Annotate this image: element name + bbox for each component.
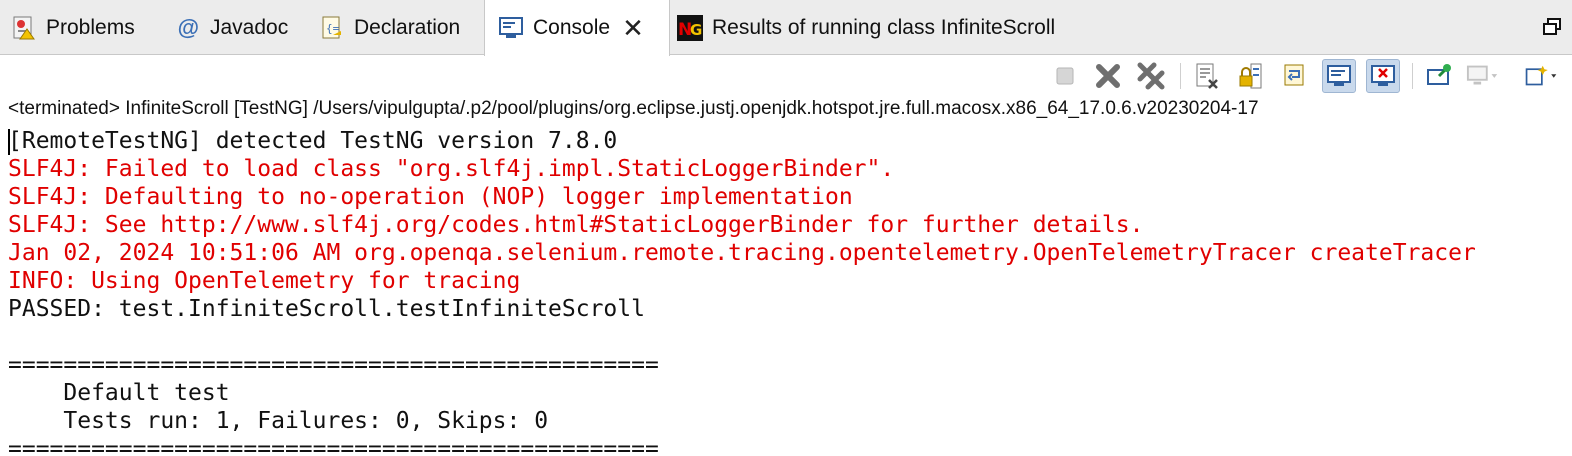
console-icon — [497, 14, 525, 42]
maximize-icon[interactable] — [1542, 16, 1564, 38]
console-line: ========================================… — [8, 352, 659, 378]
terminate-button[interactable] — [1048, 59, 1082, 93]
testng-icon: NG — [676, 14, 704, 42]
toolbar-separator — [1180, 63, 1181, 89]
tab-label: Javadoc — [210, 15, 289, 39]
open-console-button[interactable] — [1524, 59, 1558, 93]
clear-icon — [1196, 63, 1218, 89]
close-icon[interactable]: ✕ — [622, 15, 644, 41]
scroll-lock-icon — [1239, 63, 1262, 89]
tab-label: Problems — [46, 15, 135, 39]
show-console-on-stdout-button[interactable] — [1322, 59, 1356, 93]
remove-launch-button[interactable] — [1091, 59, 1125, 93]
tab-label: Declaration — [354, 15, 461, 39]
show-console-on-stderr-button[interactable] — [1366, 59, 1400, 93]
tab-javadoc[interactable]: @ Javadoc — [174, 0, 288, 55]
console-line: SLF4J: See http://www.slf4j.org/codes.ht… — [8, 212, 1144, 238]
view-tab-bar: Problems @ Javadoc {= Declaration Consol… — [0, 0, 1572, 56]
console-line: SLF4J: Failed to load class "org.slf4j.i… — [8, 156, 895, 182]
console-line: Jan 02, 2024 10:51:06 AM org.openqa.sele… — [8, 240, 1476, 266]
console-list-icon — [1466, 65, 1498, 85]
remove-icon — [1096, 64, 1120, 88]
new-console-icon — [1525, 65, 1557, 86]
stdout-console-icon — [1327, 65, 1351, 86]
console-line: PASSED: test.InfiniteScroll.testInfinite… — [8, 296, 645, 322]
pin-icon — [1427, 64, 1451, 85]
console-output[interactable]: [RemoteTestNG] detected TestNG version 7… — [0, 127, 1572, 456]
scroll-lock-button[interactable] — [1234, 59, 1268, 93]
console-line: ========================================… — [8, 436, 659, 456]
word-wrap-icon — [1284, 64, 1304, 86]
stop-icon — [1056, 67, 1074, 85]
stderr-console-icon — [1371, 65, 1395, 86]
javadoc-icon: @ — [177, 14, 199, 40]
pin-console-button[interactable] — [1422, 59, 1456, 93]
console-toolbar — [0, 55, 1572, 97]
tab-test-results[interactable]: NG Results of running class InfiniteScro… — [676, 0, 1055, 55]
toolbar-separator — [1412, 63, 1413, 89]
svg-text:G: G — [690, 21, 702, 39]
declaration-icon: {= — [318, 14, 346, 42]
remove-all-terminated-button[interactable] — [1134, 59, 1168, 93]
console-line: [RemoteTestNG] detected TestNG version 7… — [8, 128, 618, 154]
console-line: INFO: Using OpenTelemetry for tracing — [8, 268, 521, 294]
console-status-line: <terminated> InfiniteScroll [TestNG] /Us… — [8, 98, 1259, 119]
tab-problems[interactable]: Problems — [10, 0, 135, 55]
console-line: Tests run: 1, Failures: 0, Skips: 0 — [8, 408, 549, 434]
remove-all-icon — [1137, 62, 1165, 90]
tab-declaration[interactable]: {= Declaration — [318, 0, 460, 55]
console-line: SLF4J: Defaulting to no-operation (NOP) … — [8, 184, 853, 210]
console-line: Default test — [8, 380, 230, 406]
tab-label: Console — [533, 16, 611, 39]
word-wrap-button[interactable] — [1278, 59, 1312, 93]
tab-console[interactable]: Console ✕ — [484, 0, 670, 56]
problems-icon — [10, 14, 38, 42]
tab-label: Results of running class InfiniteScroll — [712, 15, 1056, 39]
display-selected-console-button[interactable] — [1466, 59, 1500, 93]
clear-console-button[interactable] — [1190, 59, 1224, 93]
